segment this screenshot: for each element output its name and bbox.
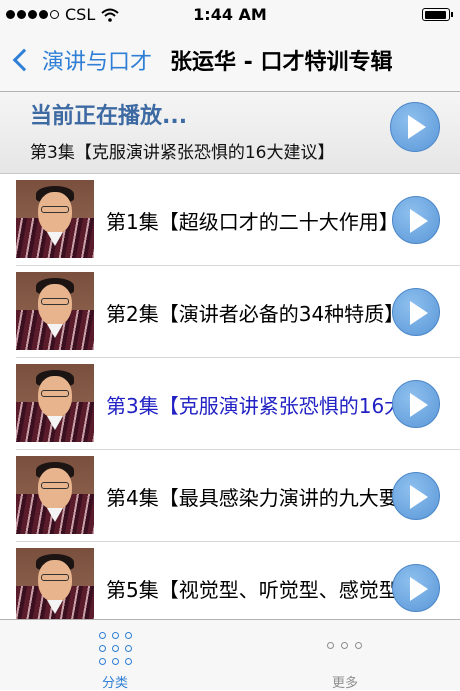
play-button[interactable] <box>392 196 440 244</box>
tab-bar: 分类 更多 <box>0 619 460 691</box>
battery-level <box>424 10 446 19</box>
play-button[interactable] <box>392 472 440 520</box>
list-item[interactable]: 第4集【最具感染力演讲的九大要素】 <box>0 450 460 542</box>
navigation-bar: 演讲与口才 张运华 - 口才特训专辑 <box>0 30 460 92</box>
now-playing-banner[interactable]: 当前正在播放... 第3集【克服演讲紧张恐惧的16大建议】 <box>0 92 460 174</box>
play-icon <box>410 209 428 233</box>
status-bar: CSL 1:44 AM <box>0 0 460 30</box>
list-item[interactable]: 第3集【克服演讲紧张恐惧的16大建议】 <box>0 358 460 450</box>
tab-more[interactable]: 更多 <box>230 620 460 691</box>
episode-list[interactable]: 第1集【超级口才的二十大作用】 第2集【演讲者必备的34种特质】 第3集【克服演… <box>0 174 460 619</box>
episode-title: 第2集【演讲者必备的34种特质】 <box>106 302 405 326</box>
now-playing-play-button[interactable] <box>390 102 440 152</box>
tab-label: 更多 <box>331 676 358 691</box>
list-item[interactable]: 第5集【视觉型、听觉型、感觉型】 <box>0 542 460 619</box>
grid-icon <box>99 632 133 666</box>
now-playing-heading: 当前正在播放... <box>30 104 188 129</box>
episode-title: 第1集【超级口才的二十大作用】 <box>106 210 399 234</box>
chevron-left-icon <box>12 48 36 72</box>
speaker-thumbnail <box>16 456 94 534</box>
battery-icon <box>422 8 453 21</box>
play-icon <box>410 301 428 325</box>
play-icon <box>410 485 428 509</box>
play-button[interactable] <box>392 288 440 336</box>
speaker-thumbnail <box>16 364 94 442</box>
play-icon <box>408 115 426 139</box>
list-item[interactable]: 第1集【超级口才的二十大作用】 <box>0 174 460 266</box>
play-button[interactable] <box>392 564 440 612</box>
speaker-thumbnail <box>16 180 94 258</box>
page-title: 张运华 - 口才特训专辑 <box>170 50 393 75</box>
back-button-label: 演讲与口才 <box>42 50 153 75</box>
episode-title: 第3集【克服演讲紧张恐惧的16大建议】 <box>106 394 436 418</box>
episode-title: 第5集【视觉型、听觉型、感觉型】 <box>106 578 419 602</box>
now-playing-track: 第3集【克服演讲紧张恐惧的16大建议】 <box>30 143 335 163</box>
play-icon <box>410 577 428 601</box>
play-icon <box>410 393 428 417</box>
tab-categories[interactable]: 分类 <box>0 620 230 691</box>
episode-title: 第4集【最具感染力演讲的九大要素】 <box>106 486 436 510</box>
tab-label: 分类 <box>101 676 128 691</box>
play-button[interactable] <box>392 380 440 428</box>
more-icon <box>327 642 363 650</box>
list-item[interactable]: 第2集【演讲者必备的34种特质】 <box>0 266 460 358</box>
speaker-thumbnail <box>16 548 94 619</box>
back-button[interactable]: 演讲与口才 <box>10 44 152 76</box>
speaker-thumbnail <box>16 272 94 350</box>
status-time: 1:44 AM <box>193 5 267 24</box>
